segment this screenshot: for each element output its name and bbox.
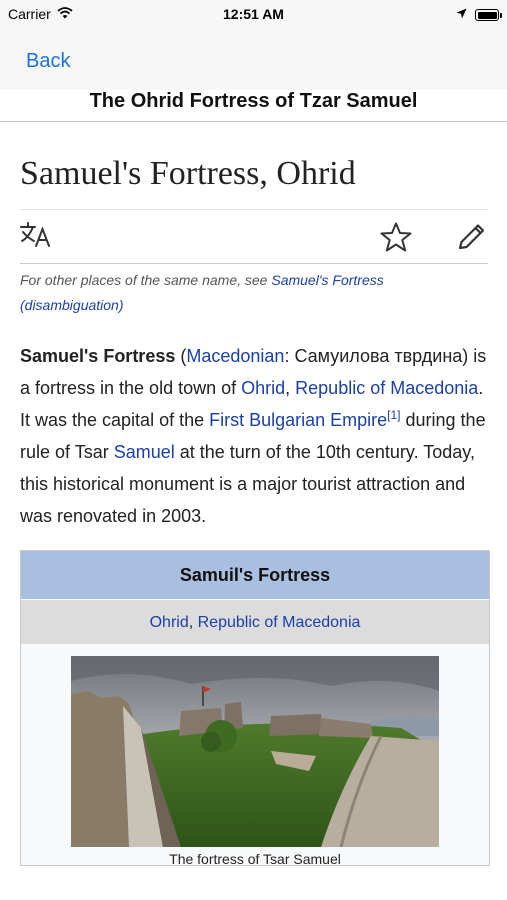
battery-fill (477, 11, 497, 19)
image-caption: The fortress of Tsar Samuel (169, 851, 341, 865)
hatnote-prefix: For other places of the same name, see (20, 272, 272, 288)
page-title: Samuel's Fortress, Ohrid (20, 155, 488, 210)
link-ohrid[interactable]: Ohrid (241, 378, 285, 398)
infobox: Samuil's Fortress Ohrid, Republic of Mac… (20, 550, 490, 866)
subject-name: Samuel's Fortress (20, 346, 176, 366)
star-icon[interactable] (380, 222, 412, 257)
link-republic-of-macedonia[interactable]: Republic of Macedonia (295, 378, 478, 398)
fortress-image[interactable] (71, 656, 439, 847)
link-samuel[interactable]: Samuel (114, 442, 175, 462)
infobox-link-republic[interactable]: Republic of Macedonia (198, 614, 361, 631)
status-bar: Carrier 12:51 AM (0, 0, 507, 32)
navigation-bar: Back (0, 32, 507, 90)
location-arrow-icon (456, 6, 467, 24)
infobox-location: Ohrid, Republic of Macedonia (21, 599, 489, 644)
lead-text: , (285, 378, 296, 398)
lead-text: ( (175, 346, 187, 366)
hatnote: For other places of the same name, see S… (20, 268, 488, 318)
infobox-link-ohrid[interactable]: Ohrid (150, 614, 189, 631)
back-button[interactable]: Back (26, 50, 70, 73)
status-right (456, 6, 502, 24)
battery-icon (475, 9, 502, 21)
link-first-bulgarian-empire[interactable]: First Bulgarian Empire (209, 410, 387, 430)
status-time: 12:51 AM (223, 6, 284, 22)
infobox-title: Samuil's Fortress (21, 551, 489, 599)
link-macedonian[interactable]: Macedonian (186, 346, 284, 366)
language-icon[interactable] (20, 222, 54, 253)
article-content: Samuel's Fortress, Ohrid For other place… (20, 125, 490, 866)
article-toolbar (20, 210, 488, 264)
lead-paragraph: Samuel's Fortress (Macedonian: Самуилова… (20, 340, 488, 532)
nav-title: The Ohrid Fortress of Tzar Samuel (0, 90, 507, 122)
edit-pencil-icon[interactable] (456, 222, 488, 257)
infobox-separator: , (188, 614, 198, 631)
citation-link[interactable]: [1] (387, 408, 400, 422)
